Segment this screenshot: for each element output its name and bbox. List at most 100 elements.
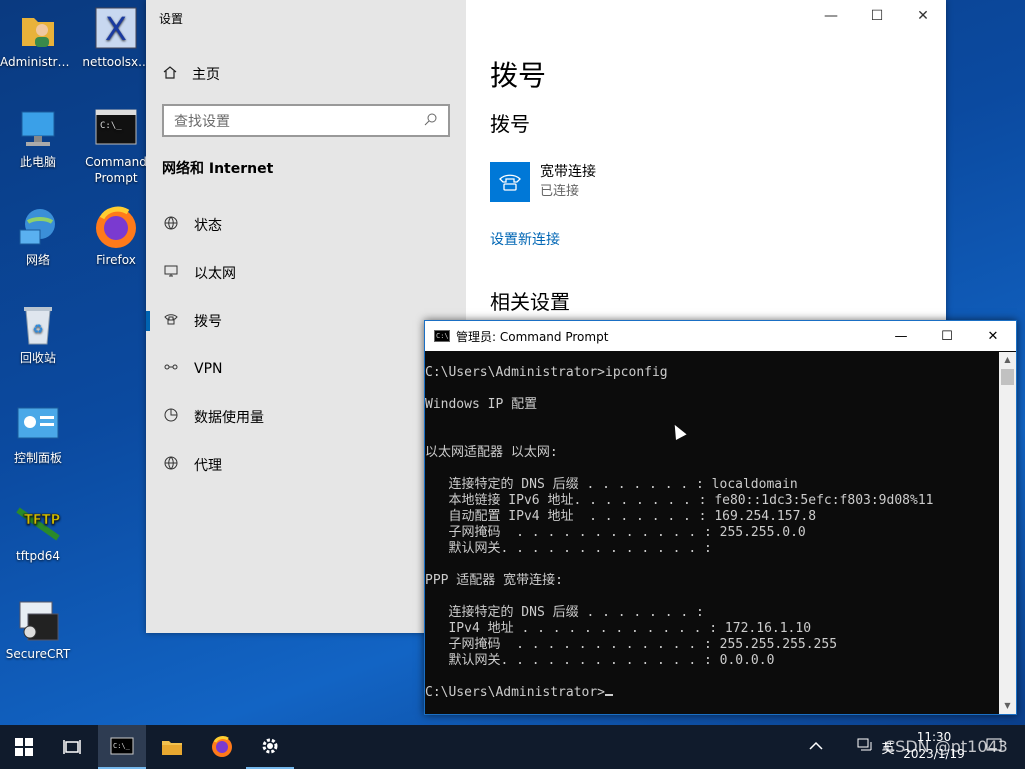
home-icon: [162, 64, 178, 84]
cmd-title: 管理员: Command Prompt: [456, 329, 609, 344]
related-settings-heading: 相关设置: [490, 290, 570, 314]
desktop-icon-this-pc[interactable]: 此电脑: [0, 106, 76, 170]
dialup-connection-icon: [490, 162, 530, 202]
close-button[interactable]: ✕: [900, 0, 946, 32]
taskbar-settings-button[interactable]: [246, 725, 294, 769]
scroll-thumb[interactable]: [1001, 369, 1014, 385]
nav-item-dialup[interactable]: 拨号: [146, 301, 466, 341]
scroll-down-icon[interactable]: ▼: [999, 698, 1016, 714]
windows-logo-icon: [15, 738, 33, 756]
nav-item-status[interactable]: 状态: [146, 205, 466, 245]
show-hidden-icons-button[interactable]: [806, 725, 826, 769]
recycle-bin-icon: ♻: [14, 302, 62, 348]
console-line: Windows IP 配置: [425, 397, 538, 412]
cmd-titlebar[interactable]: C:\ 管理员: Command Prompt — ☐ ✕: [425, 321, 1016, 351]
taskbar-cmd-button[interactable]: C:\_: [98, 725, 146, 769]
data-usage-icon: [162, 408, 180, 426]
desktop-icon-administrator[interactable]: Administra...: [0, 6, 76, 70]
desktop-icon-command-prompt[interactable]: C:\_ Command Prompt: [78, 106, 154, 186]
nav-home[interactable]: 主页: [162, 64, 220, 84]
proxy-globe-icon: [162, 456, 180, 474]
svg-text:TFTP: TFTP: [24, 513, 60, 528]
console-line: 子网掩码 . . . . . . . . . . . . : 255.255.2…: [425, 637, 838, 652]
svg-text:C:\_: C:\_: [113, 742, 131, 750]
network-tray-button[interactable]: [855, 725, 875, 769]
nav-item-proxy[interactable]: 代理: [146, 445, 466, 485]
console-line: PPP 适配器 宽带连接:: [425, 573, 563, 588]
taskbar-explorer-button[interactable]: [148, 725, 196, 769]
firefox-icon: [92, 204, 140, 250]
globe-icon: [162, 216, 180, 234]
cmd-maximize-button[interactable]: ☐: [924, 321, 970, 351]
start-button[interactable]: [0, 725, 48, 769]
firefox-icon: [212, 736, 232, 757]
task-view-button[interactable]: [48, 725, 96, 769]
folder-icon: [162, 741, 182, 755]
desktop-icon-firefox[interactable]: Firefox: [78, 204, 154, 268]
taskbar: C:\_ 英 11:30 2023/1/19: [0, 725, 1025, 769]
search-icon: [424, 112, 438, 130]
text-cursor: [605, 694, 614, 696]
nav-item-label: 拨号: [194, 314, 222, 330]
minimize-button[interactable]: —: [808, 0, 854, 32]
page-title: 拨号: [490, 59, 547, 92]
console-line: C:\Users\Administrator>ipconfig: [425, 365, 668, 380]
window-controls: — ☐ ✕: [808, 0, 946, 32]
nav-item-vpn[interactable]: VPN: [146, 349, 466, 389]
dialup-connection-item[interactable]: 宽带连接 已连接: [490, 162, 596, 202]
setup-new-connection-link[interactable]: 设置新连接: [490, 229, 560, 249]
nav-home-label: 主页: [192, 67, 220, 83]
desktop-icon-control-panel[interactable]: 控制面板: [0, 402, 76, 466]
desktop-icon-network[interactable]: 网络: [0, 204, 76, 268]
dialup-icon: [162, 312, 180, 330]
cmd-icon: C:\_: [92, 106, 140, 152]
cmd-close-button[interactable]: ✕: [970, 321, 1016, 351]
connection-name: 宽带连接: [540, 164, 596, 180]
section-title: 拨号: [490, 112, 530, 136]
task-view-icon: [63, 740, 81, 754]
network-status-icon: [857, 738, 873, 756]
section-heading: 网络和 Internet: [162, 161, 274, 177]
cmd-window-icon: C:\: [434, 330, 450, 342]
vpn-icon: [162, 360, 180, 378]
svg-text:C:\_: C:\_: [100, 121, 122, 131]
desktop-icon-nettools[interactable]: X nettoolsx...: [78, 6, 154, 70]
svg-text:X: X: [105, 10, 127, 48]
taskbar-firefox-button[interactable]: [198, 725, 246, 769]
console-line: 连接特定的 DNS 后缀 . . . . . . . :: [425, 605, 704, 620]
console-output[interactable]: C:\Users\Administrator>ipconfig Windows I…: [425, 352, 999, 714]
console-line: 连接特定的 DNS 后缀 . . . . . . . : localdomain: [425, 477, 798, 492]
desktop-icon-securecrt[interactable]: SecureCRT: [0, 598, 76, 662]
user-folder-icon: [14, 6, 62, 52]
watermark: CSDN @pt1043: [884, 737, 1008, 756]
settings-nav: 设置 主页 查找设置 网络和 Internet 状态 以太网 拨号 VPN 数据…: [146, 0, 466, 633]
desktop-icon-tftpd64[interactable]: TFTP tftpd64: [0, 500, 76, 564]
cmd-scrollbar[interactable]: ▲ ▼: [999, 352, 1016, 714]
gear-icon: [262, 738, 278, 754]
network-icon: [14, 204, 62, 250]
search-input[interactable]: 查找设置: [162, 104, 450, 137]
window-title: 设置: [159, 12, 184, 26]
control-panel-icon: [14, 402, 62, 448]
nav-item-label: 数据使用量: [194, 410, 264, 426]
console-line: 子网掩码 . . . . . . . . . . . . : 255.255.0…: [425, 525, 806, 540]
maximize-button[interactable]: ☐: [854, 0, 900, 32]
console-line: 以太网适配器 以太网:: [425, 445, 558, 460]
computer-icon: [14, 106, 62, 152]
desktop-icon-recycle-bin[interactable]: ♻ 回收站: [0, 302, 76, 366]
nettools-icon: X: [92, 6, 140, 52]
connection-status: 已连接: [540, 184, 580, 199]
search-placeholder: 查找设置: [174, 113, 230, 130]
tftpd-icon: TFTP: [14, 500, 62, 546]
scroll-up-icon[interactable]: ▲: [999, 352, 1016, 368]
nav-item-label: VPN: [194, 361, 223, 377]
nav-item-data-usage[interactable]: 数据使用量: [146, 397, 466, 437]
nav-item-ethernet[interactable]: 以太网: [146, 253, 466, 293]
cmd-minimize-button[interactable]: —: [878, 321, 924, 351]
chevron-up-icon: [809, 740, 823, 755]
